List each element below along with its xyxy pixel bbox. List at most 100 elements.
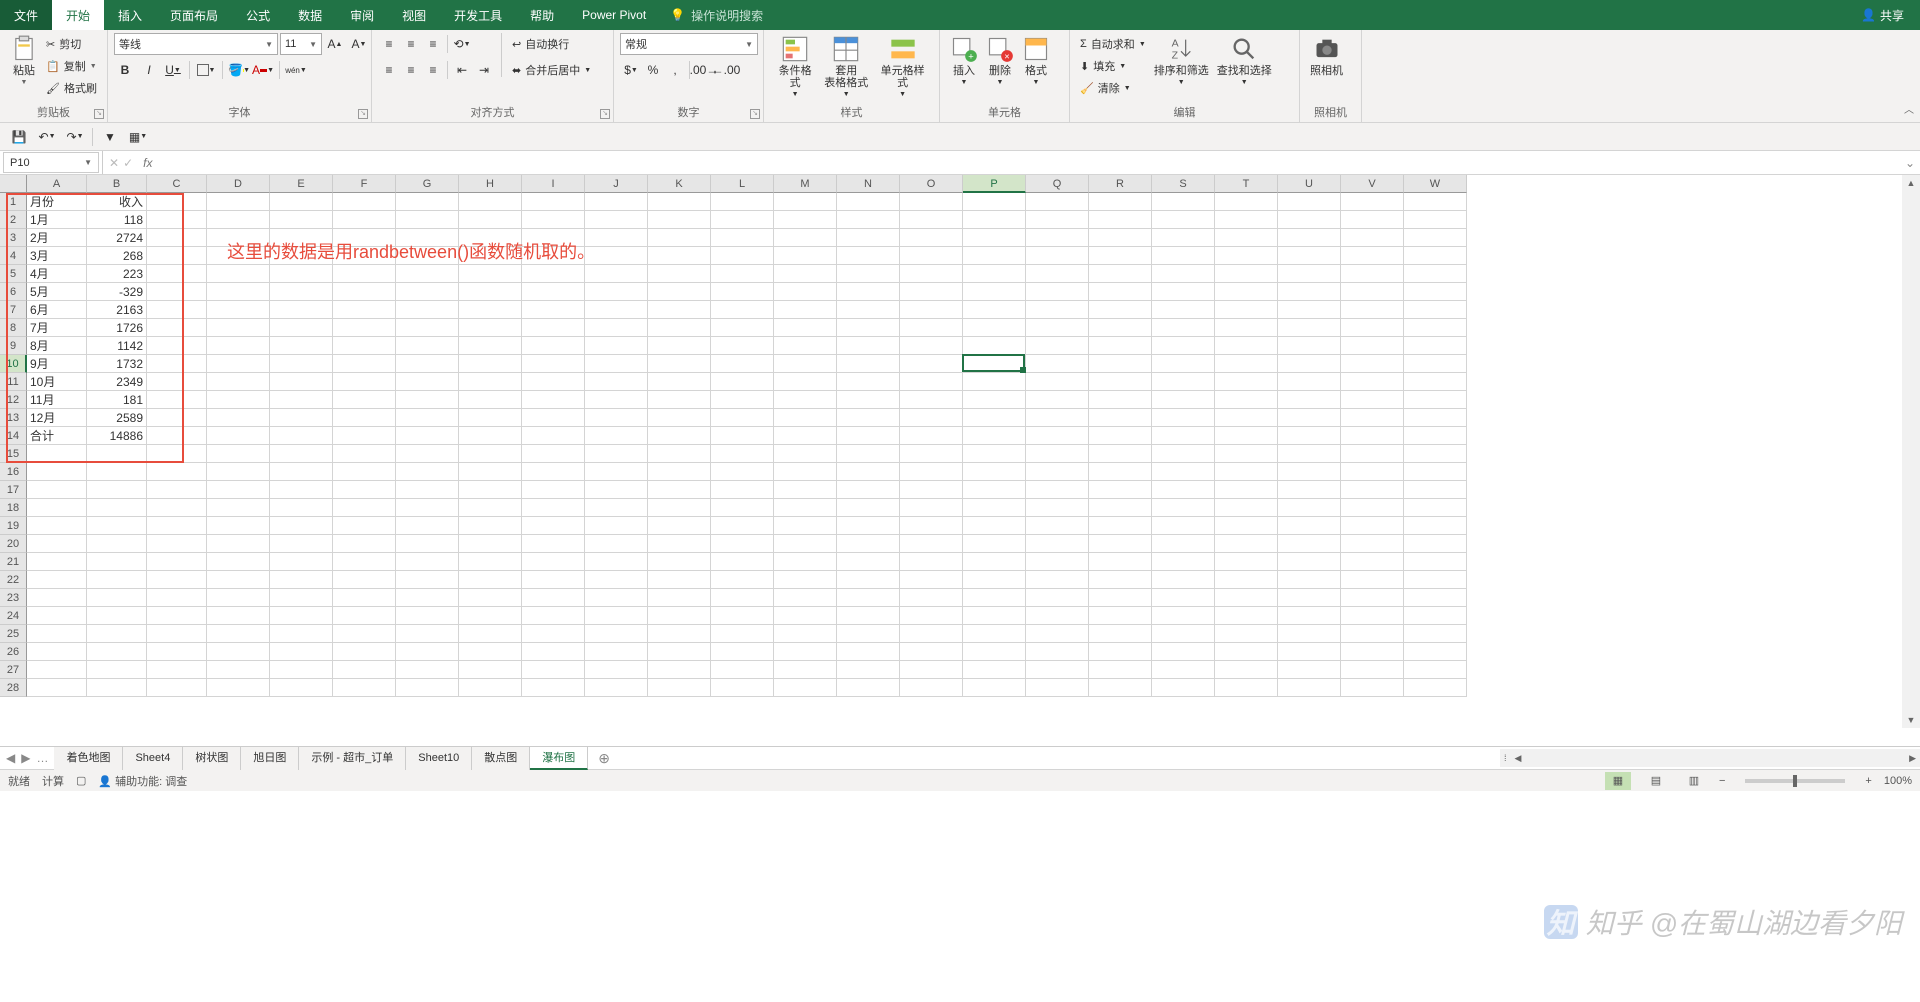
cell[interactable] — [396, 391, 459, 409]
cell[interactable] — [900, 499, 963, 517]
cell[interactable] — [837, 265, 900, 283]
cell[interactable] — [147, 607, 207, 625]
cell[interactable] — [1278, 373, 1341, 391]
cell[interactable] — [396, 337, 459, 355]
cell[interactable] — [1278, 355, 1341, 373]
cell[interactable] — [900, 517, 963, 535]
cell[interactable] — [1278, 211, 1341, 229]
cell[interactable] — [900, 301, 963, 319]
row-header-4[interactable]: 4 — [0, 247, 27, 265]
cell[interactable] — [1089, 229, 1152, 247]
cell[interactable] — [711, 427, 774, 445]
cell[interactable] — [648, 571, 711, 589]
cell[interactable] — [900, 265, 963, 283]
cell[interactable] — [1341, 373, 1404, 391]
cell[interactable] — [711, 373, 774, 391]
row-headers[interactable]: 1234567891011121314151617181920212223242… — [0, 193, 27, 728]
cell[interactable] — [711, 679, 774, 697]
cell[interactable]: 1732 — [87, 355, 147, 373]
decrease-font-button[interactable]: A▼ — [348, 33, 370, 55]
page-layout-view-button[interactable]: ▤ — [1643, 772, 1669, 790]
cell[interactable] — [459, 337, 522, 355]
cell[interactable]: 6月 — [27, 301, 87, 319]
formula-input[interactable] — [156, 152, 1900, 173]
cell[interactable] — [147, 283, 207, 301]
cell[interactable] — [333, 553, 396, 571]
cell[interactable]: 5月 — [27, 283, 87, 301]
cell[interactable] — [648, 193, 711, 211]
cell[interactable] — [459, 427, 522, 445]
cell[interactable] — [585, 535, 648, 553]
cell[interactable] — [1341, 481, 1404, 499]
cell[interactable] — [1215, 229, 1278, 247]
cell[interactable] — [1152, 499, 1215, 517]
cell[interactable] — [774, 337, 837, 355]
align-middle-button[interactable]: ≡ — [400, 33, 422, 55]
scroll-down-button[interactable]: ▼ — [1902, 712, 1920, 728]
cell[interactable] — [837, 193, 900, 211]
cell[interactable] — [459, 319, 522, 337]
cell[interactable] — [459, 481, 522, 499]
cell[interactable] — [900, 679, 963, 697]
cell[interactable] — [87, 607, 147, 625]
cell[interactable] — [648, 355, 711, 373]
cell[interactable] — [1278, 661, 1341, 679]
accounting-format-button[interactable]: $▼ — [620, 59, 642, 81]
delete-cells-button[interactable]: ×删除▼ — [982, 33, 1018, 89]
cell[interactable] — [396, 409, 459, 427]
undo-button[interactable]: ↶▼ — [36, 126, 58, 148]
paste-button[interactable]: 粘贴 ▼ — [6, 33, 42, 89]
col-header-I[interactable]: I — [522, 175, 585, 193]
cell[interactable] — [1278, 589, 1341, 607]
cell[interactable] — [522, 499, 585, 517]
cell[interactable] — [900, 625, 963, 643]
cell[interactable] — [1341, 661, 1404, 679]
col-header-L[interactable]: L — [711, 175, 774, 193]
cell[interactable] — [1089, 571, 1152, 589]
cell[interactable] — [147, 625, 207, 643]
cell[interactable] — [774, 679, 837, 697]
cell[interactable] — [1026, 571, 1089, 589]
cell[interactable] — [396, 481, 459, 499]
cell[interactable] — [1215, 283, 1278, 301]
cell[interactable] — [963, 553, 1026, 571]
cell[interactable] — [648, 337, 711, 355]
row-header-25[interactable]: 25 — [0, 625, 27, 643]
col-header-J[interactable]: J — [585, 175, 648, 193]
cell[interactable] — [648, 481, 711, 499]
cell[interactable] — [1089, 499, 1152, 517]
cell[interactable] — [963, 373, 1026, 391]
cell[interactable] — [1278, 301, 1341, 319]
cell[interactable] — [711, 571, 774, 589]
cell[interactable] — [585, 463, 648, 481]
cell[interactable] — [963, 337, 1026, 355]
cell[interactable] — [774, 625, 837, 643]
cell[interactable] — [1152, 661, 1215, 679]
cell[interactable] — [1089, 193, 1152, 211]
cell[interactable] — [27, 607, 87, 625]
cell[interactable] — [270, 445, 333, 463]
cell[interactable] — [774, 463, 837, 481]
table-quick-button[interactable]: ▦▼ — [127, 126, 149, 148]
cell[interactable] — [522, 355, 585, 373]
cell[interactable] — [396, 301, 459, 319]
tab-scroll-last-button[interactable]: ▶ — [21, 751, 30, 765]
scroll-left-button[interactable]: ◀ — [1511, 753, 1526, 764]
cell[interactable] — [459, 355, 522, 373]
cell[interactable] — [1089, 355, 1152, 373]
cell[interactable] — [1404, 553, 1467, 571]
col-header-T[interactable]: T — [1215, 175, 1278, 193]
cell[interactable] — [1215, 571, 1278, 589]
cell[interactable]: 3月 — [27, 247, 87, 265]
cell[interactable] — [522, 391, 585, 409]
cell[interactable] — [1404, 517, 1467, 535]
cell[interactable]: 2724 — [87, 229, 147, 247]
col-header-D[interactable]: D — [207, 175, 270, 193]
cell[interactable] — [1089, 445, 1152, 463]
cell[interactable] — [1089, 211, 1152, 229]
row-header-28[interactable]: 28 — [0, 679, 27, 697]
conditional-format-button[interactable]: 条件格式▼ — [770, 33, 820, 101]
cell[interactable] — [837, 445, 900, 463]
tell-me-search[interactable]: 💡 操作说明搜索 — [670, 0, 763, 30]
cell[interactable] — [1089, 535, 1152, 553]
